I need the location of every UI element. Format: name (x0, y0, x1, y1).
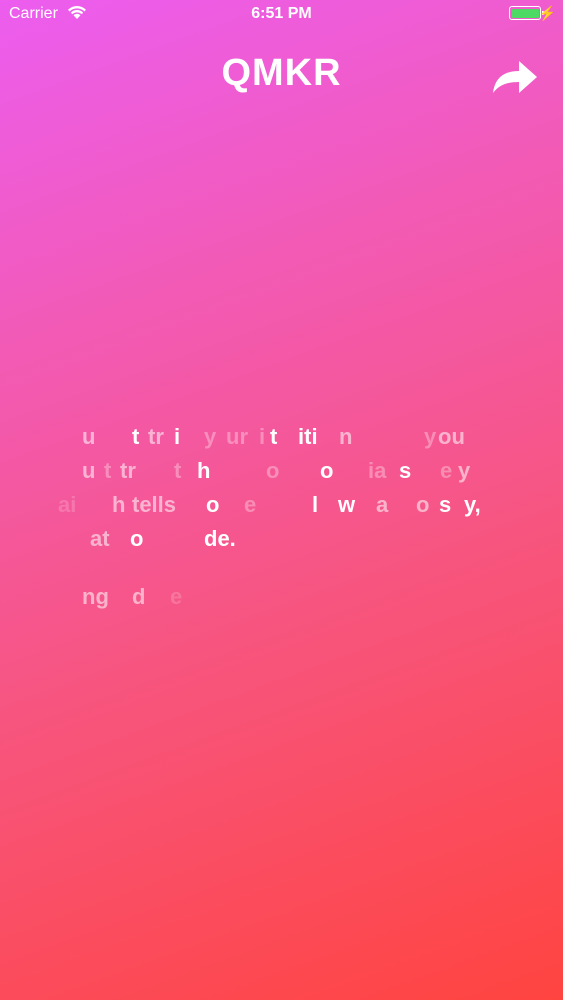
quote-fragment: y (204, 424, 217, 449)
quote-fragment: t (174, 458, 182, 483)
quote-fragment: iti (298, 424, 318, 449)
quote-fragment: ai (58, 492, 77, 517)
quote-fragment: ou (438, 424, 465, 449)
quote-line: ai h tells o e l w a o s y, (54, 492, 514, 526)
quote-fragment: o (320, 458, 334, 483)
quote-fragment: ng (82, 584, 109, 609)
quote-attribution: ng d e (54, 584, 514, 618)
quote-fragment: at (90, 526, 110, 551)
app-logo: QMKR (221, 52, 342, 94)
quote-fragment: h (197, 458, 211, 483)
quote-fragment: e (440, 458, 453, 483)
status-bar: Carrier 6:51 PM ⚡ (0, 0, 563, 28)
quote-fragment: y (458, 458, 471, 483)
quote-line: u t tr i y ur i t iti n y ou (54, 424, 514, 458)
quote-text: u t tr i y ur i t iti n y ou u t tr t h … (54, 424, 514, 618)
quote-fragment: w (338, 492, 356, 517)
quote-fragment: e (170, 584, 183, 609)
quote-fragment: s (439, 492, 452, 517)
clock: 6:51 PM (251, 5, 312, 22)
quote-fragment: ur (226, 424, 248, 449)
quote-fragment: o (130, 526, 144, 551)
quote-fragment: t (132, 424, 140, 449)
quote-fragment: n (339, 424, 353, 449)
quote-fragment: o (206, 492, 220, 517)
quote-fragment: tr (120, 458, 136, 483)
share-arrow-icon[interactable] (489, 55, 541, 99)
quote-fragment: u (82, 458, 96, 483)
quote-line: u t tr t h o o ia s e y (54, 458, 514, 492)
quote-fragment: y (424, 424, 437, 449)
quote-fragment: h (112, 492, 126, 517)
quote-fragment: o (416, 492, 430, 517)
quote-fragment: e (244, 492, 257, 517)
quote-fragment: de. (204, 526, 236, 551)
quote-fragment: l (312, 492, 319, 517)
quote-fragment: a (376, 492, 389, 517)
quote-fragment: i (259, 424, 266, 449)
quote-fragment: tr (148, 424, 164, 449)
quote-fragment: tells (132, 492, 177, 517)
quote-fragment: o (266, 458, 280, 483)
battery-icon (509, 6, 544, 20)
quote-line: at o de. (54, 526, 514, 560)
quote-fragment: s (399, 458, 412, 483)
quote-fragment: t (270, 424, 278, 449)
quote-fragment: t (104, 458, 112, 483)
quote-fragment: d (132, 584, 146, 609)
quote-fragment: ia (368, 458, 387, 483)
quote-fragment: u (82, 424, 96, 449)
bolt-icon: ⚡ (538, 5, 556, 21)
quote-fragment: i (174, 424, 181, 449)
quote-fragment: y, (464, 492, 481, 517)
